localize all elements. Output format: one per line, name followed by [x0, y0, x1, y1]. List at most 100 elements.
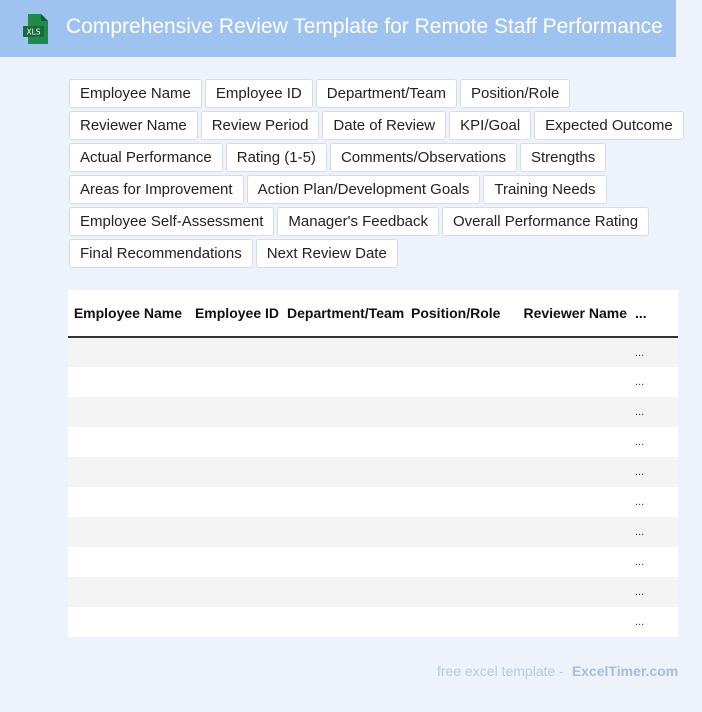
col-header-position[interactable]: Position/Role [407, 290, 519, 338]
column-tag[interactable]: Next Review Date [255, 239, 398, 268]
table-row[interactable]: ... [68, 427, 678, 457]
col-header-employee-name[interactable]: Employee Name [68, 290, 186, 338]
column-tag[interactable]: Employee Self-Assessment [69, 207, 275, 236]
table-cell[interactable] [283, 367, 407, 397]
table-cell[interactable] [283, 607, 407, 637]
table-cell[interactable] [519, 427, 631, 457]
col-header-reviewer-name[interactable]: Reviewer Name [519, 290, 631, 338]
table-cell-more[interactable]: ... [631, 517, 678, 547]
table-row[interactable]: ... [68, 517, 678, 547]
table-cell-more[interactable]: ... [631, 577, 678, 607]
column-tag[interactable]: Expected Outcome [534, 111, 684, 140]
table-cell-more[interactable]: ... [631, 487, 678, 517]
column-tag[interactable]: Employee Name [69, 79, 202, 108]
table-cell[interactable] [283, 397, 407, 427]
table-cell[interactable] [186, 337, 283, 367]
table-row[interactable]: ... [68, 337, 678, 367]
table-cell[interactable] [407, 397, 519, 427]
column-tag[interactable]: Rating (1-5) [225, 143, 327, 172]
table-cell[interactable] [186, 427, 283, 457]
table-cell[interactable] [186, 577, 283, 607]
table-cell[interactable] [283, 577, 407, 607]
table-cell[interactable] [68, 487, 186, 517]
table-cell[interactable] [68, 547, 186, 577]
table-cell[interactable] [186, 367, 283, 397]
table-cell[interactable] [519, 547, 631, 577]
table-cell[interactable] [283, 517, 407, 547]
table-cell[interactable] [186, 397, 283, 427]
table-cell[interactable] [407, 607, 519, 637]
column-tag[interactable]: Comments/Observations [329, 143, 517, 172]
table-cell[interactable] [283, 547, 407, 577]
column-tag[interactable]: Strengths [520, 143, 607, 172]
table-cell[interactable] [283, 337, 407, 367]
table-cell[interactable] [68, 337, 186, 367]
column-tag[interactable]: Department/Team [315, 79, 457, 108]
footer-text: free excel template - [437, 663, 564, 679]
column-tag[interactable]: Overall Performance Rating [442, 207, 650, 236]
table-cell[interactable] [407, 517, 519, 547]
table-cell[interactable] [407, 427, 519, 457]
table-cell[interactable] [519, 457, 631, 487]
table-row[interactable]: ... [68, 487, 678, 517]
table-cell-more[interactable]: ... [631, 397, 678, 427]
table-cell[interactable] [186, 547, 283, 577]
column-tag[interactable]: Actual Performance [69, 143, 223, 172]
table-cell[interactable] [519, 607, 631, 637]
table-cell[interactable] [283, 427, 407, 457]
table-cell[interactable] [407, 457, 519, 487]
column-tag[interactable]: Employee ID [204, 79, 313, 108]
column-tag[interactable]: Date of Review [322, 111, 447, 140]
table-cell[interactable] [186, 487, 283, 517]
column-tag[interactable]: Position/Role [459, 79, 571, 108]
table-row[interactable]: ... [68, 607, 678, 637]
table-cell[interactable] [407, 367, 519, 397]
table-cell[interactable] [407, 547, 519, 577]
col-header-employee-id[interactable]: Employee ID [186, 290, 283, 338]
table-cell[interactable] [407, 577, 519, 607]
column-tag[interactable]: Training Needs [483, 175, 607, 204]
table-cell-more[interactable]: ... [631, 427, 678, 457]
table-cell[interactable] [68, 397, 186, 427]
column-tag[interactable]: Action Plan/Development Goals [246, 175, 481, 204]
table-cell[interactable] [186, 457, 283, 487]
table-cell[interactable] [519, 577, 631, 607]
table-cell[interactable] [519, 397, 631, 427]
table-cell[interactable] [68, 577, 186, 607]
table-cell[interactable] [186, 607, 283, 637]
table-cell[interactable] [68, 367, 186, 397]
table-cell[interactable] [186, 517, 283, 547]
table-cell[interactable] [68, 457, 186, 487]
col-header-department[interactable]: Department/Team [283, 290, 407, 338]
table-cell[interactable] [519, 367, 631, 397]
table-cell[interactable] [283, 457, 407, 487]
table-cell-more[interactable]: ... [631, 457, 678, 487]
table-cell[interactable] [519, 337, 631, 367]
column-tag[interactable]: Areas for Improvement [69, 175, 244, 204]
column-tag[interactable]: Final Recommendations [69, 239, 253, 268]
table-cell[interactable] [283, 487, 407, 517]
table-cell-more[interactable]: ... [631, 367, 678, 397]
table-cell-more[interactable]: ... [631, 547, 678, 577]
table-cell[interactable] [68, 427, 186, 457]
table-cell[interactable] [407, 337, 519, 367]
table-cell[interactable] [519, 487, 631, 517]
column-tag[interactable]: Reviewer Name [69, 111, 198, 140]
table-cell[interactable] [68, 607, 186, 637]
table-cell[interactable] [519, 517, 631, 547]
table-cell[interactable] [407, 487, 519, 517]
column-tag[interactable]: Manager's Feedback [277, 207, 440, 236]
column-tag[interactable]: KPI/Goal [449, 111, 532, 140]
table-cell[interactable] [68, 517, 186, 547]
table-cell-more[interactable]: ... [631, 607, 678, 637]
table-row[interactable]: ... [68, 397, 678, 427]
table-row[interactable]: ... [68, 457, 678, 487]
table-cell-more[interactable]: ... [631, 337, 678, 367]
table-row[interactable]: ... [68, 547, 678, 577]
footer-brand-link[interactable]: ExcelTimer.com [572, 663, 678, 679]
table-row[interactable]: ... [68, 577, 678, 607]
column-tag[interactable]: Review Period [200, 111, 320, 140]
col-header-more[interactable]: ... [631, 290, 678, 338]
table-row[interactable]: ... [68, 367, 678, 397]
table-header-row: Employee Name Employee ID Department/Tea… [68, 290, 678, 338]
